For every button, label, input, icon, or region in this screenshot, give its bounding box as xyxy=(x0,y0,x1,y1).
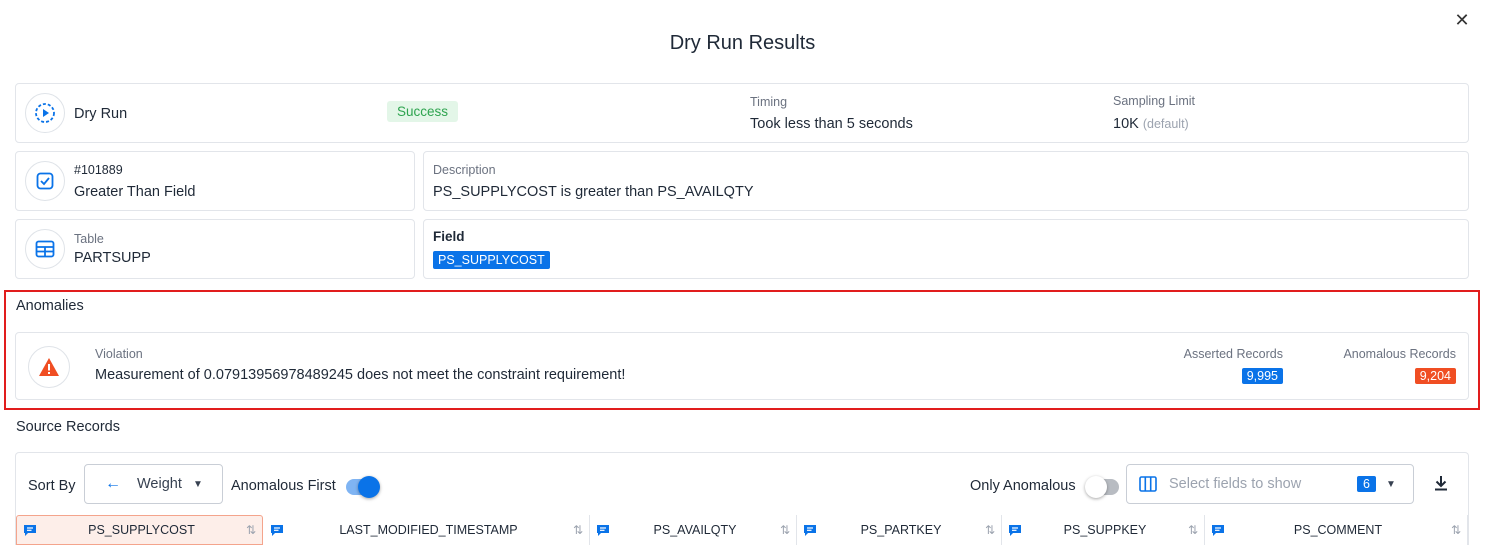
sort-by-label: Sort By xyxy=(28,478,76,494)
status-badge: Success xyxy=(387,101,459,122)
description-label: Description xyxy=(433,163,496,177)
play-circle-icon xyxy=(25,93,65,133)
column-header-label: LAST_MODIFIED_TIMESTAMP xyxy=(339,523,518,537)
field-chip: PS_SUPPLYCOST xyxy=(433,251,550,269)
column-header[interactable]: LAST_MODIFIED_TIMESTAMP ⇅ xyxy=(264,515,590,545)
anomalous-first-label: Anomalous First xyxy=(231,478,336,494)
only-anomalous-label: Only Anomalous xyxy=(970,478,1076,494)
comment-icon[interactable] xyxy=(1002,524,1028,537)
sort-icon[interactable]: ⇅ xyxy=(240,523,262,537)
download-icon[interactable] xyxy=(1434,475,1450,493)
description-value: PS_SUPPLYCOST is greater than PS_AVAILQT… xyxy=(433,184,754,200)
sampling-limit-number: 10K xyxy=(1113,116,1139,132)
violation-card: Violation Measurement of 0.0791395697848… xyxy=(15,332,1469,400)
anomalous-records-label: Anomalous Records xyxy=(1343,347,1456,361)
check-rule: Greater Than Field xyxy=(74,184,196,200)
warning-icon xyxy=(28,346,70,388)
table-card: Table PARTSUPP xyxy=(15,219,415,279)
column-header-label: PS_PARTKEY xyxy=(860,523,942,537)
column-header[interactable]: PS_PARTKEY ⇅ xyxy=(797,515,1002,545)
asserted-records-label: Asserted Records xyxy=(1183,347,1283,361)
select-fields-placeholder: Select fields to show xyxy=(1169,476,1302,492)
column-header-label: PS_COMMENT xyxy=(1293,523,1383,537)
toggle-knob xyxy=(358,476,380,498)
sort-by-dropdown[interactable]: ← Weight ▼ xyxy=(84,464,223,504)
comment-icon[interactable] xyxy=(1205,524,1231,537)
check-card: #101889 Greater Than Field xyxy=(15,151,415,211)
arrow-left-icon: ← xyxy=(105,475,121,492)
dry-run-label: Dry Run xyxy=(74,106,128,122)
comment-icon[interactable] xyxy=(590,524,616,537)
column-header-label: PS_AVAILQTY xyxy=(653,523,737,537)
field-card: Field PS_SUPPLYCOST xyxy=(423,219,1469,279)
column-header[interactable]: PS_SUPPLYCOST ⇅ xyxy=(16,515,263,545)
anomalous-records-badge: 9,204 xyxy=(1414,368,1456,384)
columns-icon xyxy=(1139,476,1169,492)
field-label: Field xyxy=(433,229,465,244)
table-label: Table xyxy=(74,232,104,246)
column-header[interactable]: PS_SUPPKEY ⇅ xyxy=(1002,515,1205,545)
only-anomalous-toggle[interactable] xyxy=(1085,476,1119,498)
sampling-limit-label: Sampling Limit xyxy=(1113,94,1195,108)
column-header-label: PS_SUPPLYCOST xyxy=(88,523,195,537)
comment-icon[interactable] xyxy=(17,524,43,537)
sort-icon[interactable]: ⇅ xyxy=(1182,523,1204,537)
source-records-title: Source Records xyxy=(16,419,120,435)
anomalies-title: Anomalies xyxy=(16,298,84,314)
checklist-icon xyxy=(25,161,65,201)
fields-count-badge: 6 xyxy=(1357,476,1376,492)
dry-run-summary-card: Dry Run Success Timing Took less than 5 … xyxy=(15,83,1469,143)
caret-down-icon: ▼ xyxy=(1385,478,1396,490)
toggle-knob xyxy=(1085,476,1107,498)
comment-icon[interactable] xyxy=(797,524,823,537)
timing-value: Took less than 5 seconds xyxy=(750,116,913,132)
sort-icon[interactable]: ⇅ xyxy=(774,523,796,537)
comment-icon[interactable] xyxy=(264,524,290,537)
column-header-label: PS_SUPPKEY xyxy=(1063,523,1147,537)
sort-icon[interactable]: ⇅ xyxy=(979,523,1001,537)
dialog-title: Dry Run Results xyxy=(669,32,816,54)
close-icon[interactable]: ✕ xyxy=(1452,10,1472,30)
sort-icon[interactable]: ⇅ xyxy=(567,523,589,537)
violation-text: Measurement of 0.07913956978489245 does … xyxy=(95,367,626,383)
table-value: PARTSUPP xyxy=(74,250,151,266)
check-id: #101889 xyxy=(74,163,123,177)
timing-label: Timing xyxy=(750,95,788,109)
column-header[interactable]: PS_COMMENT ⇅ xyxy=(1205,515,1468,545)
sort-by-value: Weight xyxy=(137,476,182,492)
asserted-records-badge: 9,995 xyxy=(1241,368,1283,384)
anomalous-first-toggle[interactable] xyxy=(346,476,380,498)
select-fields-dropdown[interactable]: Select fields to show 6 ▼ xyxy=(1126,464,1414,504)
table-icon xyxy=(25,229,65,269)
sort-icon[interactable]: ⇅ xyxy=(1445,523,1467,537)
sampling-limit-value: 10K (default) xyxy=(1113,116,1189,132)
violation-label: Violation xyxy=(95,347,143,361)
sampling-limit-note: (default) xyxy=(1142,117,1189,131)
caret-down-icon: ▼ xyxy=(193,478,203,490)
column-header[interactable]: PS_AVAILQTY ⇅ xyxy=(590,515,797,545)
description-card: Description PS_SUPPLYCOST is greater tha… xyxy=(423,151,1469,211)
